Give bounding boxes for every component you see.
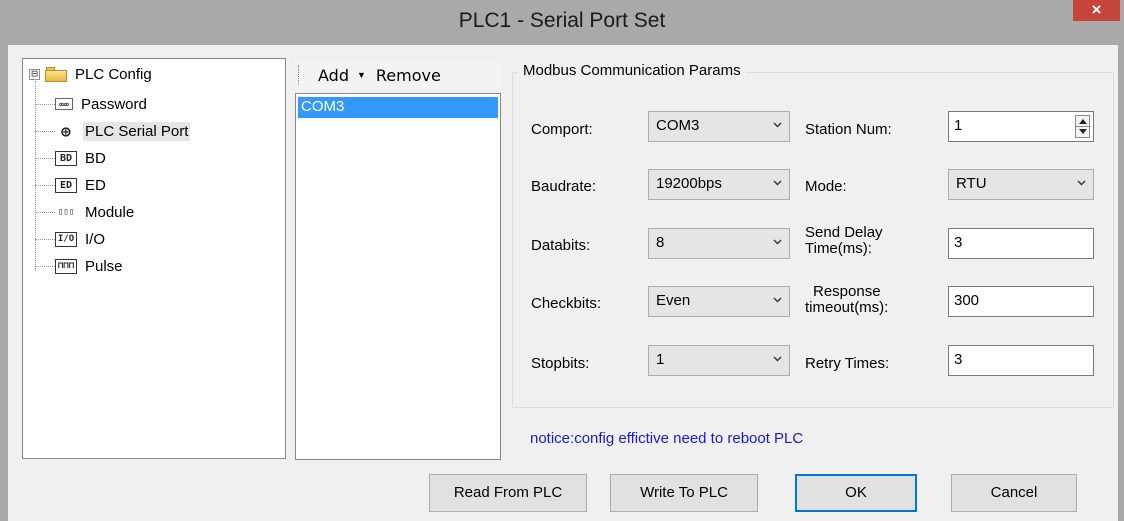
toolbar-grip[interactable]: [298, 65, 302, 85]
tree-item-label: PLC Serial Port: [83, 121, 191, 141]
chevron-down-icon: [773, 297, 782, 303]
write-to-plc-button[interactable]: Write To PLC: [610, 474, 758, 512]
tree-item-label: I/O: [85, 230, 106, 248]
pulse-icon: ⊓⊓⊓: [55, 258, 77, 274]
tree-root-plc-config[interactable]: ⊟ PLC Config: [29, 64, 152, 84]
add-button[interactable]: Add: [314, 66, 353, 85]
tree-item-pulse[interactable]: ⊓⊓⊓ Pulse: [35, 255, 125, 277]
dialog-client-area: ⊟ PLC Config ∞∞ Password ⊕ PLC Serial Po…: [8, 45, 1118, 521]
spin-arrows-icon[interactable]: [1075, 115, 1090, 138]
stopbits-value: 1: [656, 351, 665, 368]
com-port-list[interactable]: COM3: [295, 93, 501, 460]
retry-times-field[interactable]: 3: [948, 345, 1094, 376]
send-delay-label: Send Delay Time(ms):: [805, 225, 883, 257]
retry-times-label: Retry Times:: [805, 355, 890, 372]
tree-item-label: Pulse: [85, 257, 123, 275]
tree-item-password[interactable]: ∞∞ Password: [35, 93, 149, 115]
add-dropdown-caret-icon[interactable]: ▼: [357, 70, 366, 80]
response-timeout-label: Response timeout(ms):: [805, 284, 888, 316]
tree-item-label: ED: [85, 176, 106, 194]
tree-item-io[interactable]: I/O I/O: [35, 228, 107, 250]
databits-label: Databits:: [531, 237, 591, 254]
list-item[interactable]: COM3: [298, 97, 498, 118]
response-timeout-label-line2: timeout(ms):: [805, 299, 889, 316]
chevron-down-icon: [773, 356, 782, 362]
baudrate-label: Baudrate:: [531, 178, 597, 195]
chevron-down-icon: [773, 239, 782, 245]
chevron-down-icon: [773, 122, 782, 128]
comport-value: COM3: [656, 117, 700, 134]
send-delay-value: 3: [954, 234, 963, 251]
group-title: Modbus Communication Params: [518, 62, 746, 79]
stopbits-label: Stopbits:: [531, 355, 590, 372]
tree-item-bd[interactable]: BD BD: [35, 147, 108, 169]
databits-select[interactable]: 8: [648, 228, 790, 259]
io-icon: I/O: [55, 231, 77, 247]
send-delay-field[interactable]: 3: [948, 228, 1094, 259]
chevron-down-icon: [773, 180, 782, 186]
retry-times-value: 3: [954, 351, 963, 368]
checkbits-label: Checkbits:: [531, 295, 602, 312]
station-num-label: Station Num:: [805, 121, 892, 138]
tree-root-label: PLC Config: [75, 65, 152, 83]
remove-button[interactable]: Remove: [372, 66, 445, 85]
reboot-notice: notice:config effictive need to reboot P…: [530, 430, 804, 447]
collapse-icon[interactable]: ⊟: [29, 68, 40, 80]
baudrate-value: 19200bps: [656, 175, 722, 192]
response-timeout-label-line1: Response: [813, 283, 881, 300]
databits-value: 8: [656, 234, 665, 251]
stopbits-select[interactable]: 1: [648, 345, 790, 376]
bd-icon: BD: [55, 150, 77, 166]
tree-item-ed[interactable]: ED ED: [35, 174, 108, 196]
cancel-button[interactable]: Cancel: [951, 474, 1077, 512]
mode-select[interactable]: RTU: [948, 169, 1094, 200]
tree-item-label: Password: [81, 95, 147, 113]
send-delay-label-line2: Time(ms):: [805, 240, 872, 257]
ok-button[interactable]: OK: [795, 474, 917, 512]
station-num-stepper[interactable]: 1: [948, 111, 1094, 142]
mode-label: Mode:: [805, 178, 847, 195]
serial-port-icon: ⊕: [61, 121, 71, 141]
comport-select[interactable]: COM3: [648, 111, 790, 142]
com-toolbar: Add ▼ Remove: [295, 60, 501, 90]
send-delay-label-line1: Send Delay: [805, 224, 883, 241]
tree-item-module[interactable]: ▯▯▯ Module: [35, 201, 136, 223]
tree-item-label: BD: [85, 149, 106, 167]
read-from-plc-button[interactable]: Read From PLC: [429, 474, 587, 512]
folder-icon: [45, 66, 67, 82]
tree-item-plc-serial-port[interactable]: ⊕ PLC Serial Port: [35, 120, 191, 142]
response-timeout-field[interactable]: 300: [948, 286, 1094, 317]
tree-item-label: Module: [85, 203, 135, 221]
title-bar[interactable]: PLC1 - Serial Port Set ×: [0, 0, 1124, 45]
password-icon: ∞∞: [55, 98, 73, 110]
checkbits-select[interactable]: Even: [648, 286, 790, 317]
mode-value: RTU: [956, 175, 987, 192]
window-title: PLC1 - Serial Port Set: [458, 9, 666, 32]
checkbits-value: Even: [656, 292, 691, 309]
module-icon: ▯▯▯: [57, 207, 75, 217]
response-timeout-value: 300: [954, 292, 980, 309]
ed-icon: ED: [55, 177, 77, 193]
chevron-down-icon: [1077, 180, 1086, 186]
station-num-value: 1: [954, 117, 963, 134]
close-button[interactable]: ×: [1073, 0, 1120, 21]
baudrate-select[interactable]: 19200bps: [648, 169, 790, 200]
config-tree[interactable]: ⊟ PLC Config ∞∞ Password ⊕ PLC Serial Po…: [22, 58, 286, 459]
serial-port-dialog: PLC1 - Serial Port Set × ⊟ PLC Config ∞∞…: [0, 0, 1124, 521]
comport-label: Comport:: [531, 121, 593, 138]
